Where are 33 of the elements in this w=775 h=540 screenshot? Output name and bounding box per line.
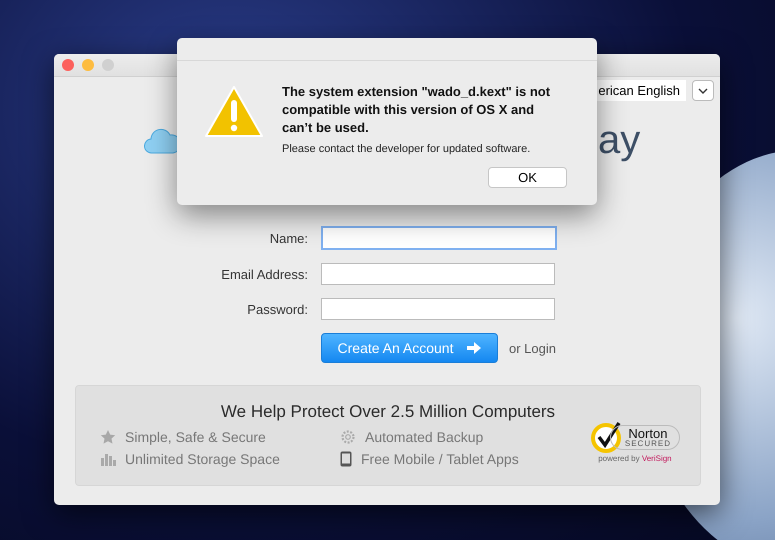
gear-icon bbox=[340, 429, 356, 445]
feature-text: Simple, Safe & Secure bbox=[125, 429, 266, 445]
input-field[interactable] bbox=[321, 298, 555, 320]
brand-text: VeriSign bbox=[642, 454, 672, 463]
cloud-icon bbox=[144, 126, 180, 154]
field-label: Password: bbox=[246, 302, 308, 316]
ok-button[interactable]: OK bbox=[488, 167, 567, 188]
seal-status: SECURED bbox=[624, 440, 671, 448]
chevron-down-icon bbox=[698, 88, 708, 94]
field-label: Name: bbox=[268, 230, 308, 246]
checkmark-icon bbox=[590, 420, 624, 454]
input-field[interactable] bbox=[321, 263, 555, 285]
promo-heading: We Help Protect Over 2.5 Million Computers bbox=[220, 402, 556, 422]
powered-by-text: powered by bbox=[598, 454, 640, 463]
dropdown-button[interactable] bbox=[692, 80, 714, 101]
minimize-button[interactable] bbox=[82, 59, 94, 71]
seal-name: Norton bbox=[628, 426, 668, 440]
tablet-icon bbox=[340, 451, 352, 467]
bar-chart-icon bbox=[100, 452, 116, 466]
field-label: Email Address: bbox=[220, 266, 308, 282]
feature-text: Automated Backup bbox=[365, 429, 484, 445]
warning-icon bbox=[204, 85, 264, 139]
star-icon bbox=[100, 429, 116, 445]
logo-text: ay bbox=[598, 118, 640, 163]
zoom-button[interactable] bbox=[102, 59, 114, 71]
alert-message: Please contact the developer for updated software. bbox=[282, 143, 532, 155]
feature-text: Unlimited Storage Space bbox=[125, 451, 280, 467]
feature-text: Free Mobile / Tablet Apps bbox=[361, 451, 519, 467]
input-field[interactable] bbox=[321, 226, 557, 250]
close-button[interactable] bbox=[62, 59, 74, 71]
alert-title: The system extension "wado_d.kext" is not compatible with this version of OS X and can’t be used. bbox=[282, 83, 552, 137]
arrow-right-icon bbox=[467, 342, 482, 354]
login-link[interactable]: or Login bbox=[509, 340, 556, 356]
